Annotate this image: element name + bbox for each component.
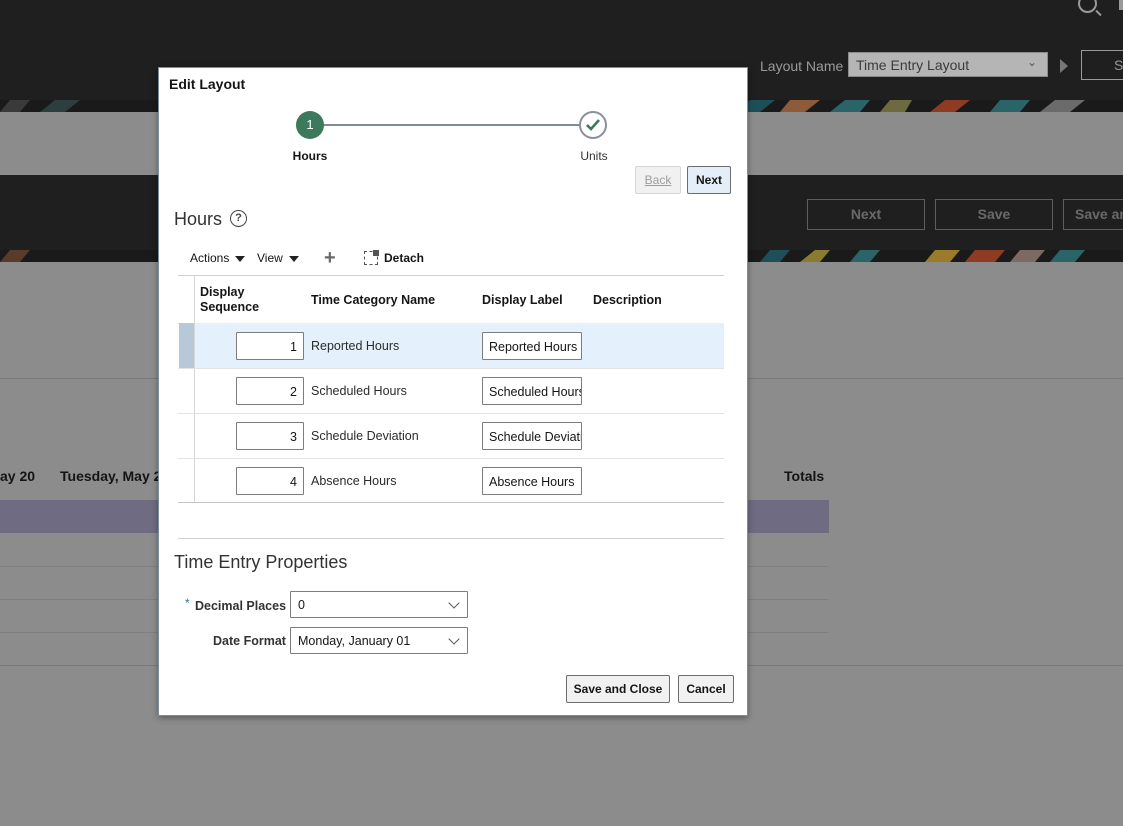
date-format-value: Monday, January 01 [298, 634, 411, 648]
caret-down-icon [288, 255, 299, 262]
dialog-title: Edit Layout [169, 76, 246, 92]
required-indicator: * [185, 596, 190, 610]
table-bottom-border [178, 502, 724, 503]
col-header-display-sequence[interactable]: Display Sequence [200, 285, 259, 315]
bg-save-button[interactable]: Save [935, 199, 1053, 230]
section-divider [178, 538, 724, 539]
train-step-hours[interactable]: 1 [296, 111, 324, 139]
display-sequence-input[interactable]: 1 [236, 332, 304, 360]
display-label-input[interactable]: Scheduled Hours [482, 377, 582, 405]
cancel-button[interactable]: Cancel [678, 675, 734, 703]
time-category-name: Absence Hours [311, 474, 397, 488]
help-icon[interactable]: ? [230, 210, 247, 227]
chevron-down-icon [448, 633, 460, 645]
top-action-button[interactable]: Sa [1081, 50, 1123, 80]
train-connector [311, 124, 594, 126]
date-format-label: Date Format [213, 634, 286, 648]
day-header-2: Tuesday, May 2 [60, 468, 162, 484]
user-menu-sliver[interactable] [1119, 0, 1123, 10]
layout-name-value: Time Entry Layout [856, 57, 970, 73]
display-sequence-input[interactable]: 2 [236, 377, 304, 405]
next-button[interactable]: Next [687, 166, 731, 194]
layout-name-select[interactable]: Time Entry Layout ⌄ [848, 52, 1048, 77]
display-label-input[interactable]: Absence Hours [482, 467, 582, 495]
train-label-hours: Hours [292, 149, 328, 163]
hours-section-heading: Hours [174, 209, 223, 229]
row-selection-marker[interactable] [179, 323, 194, 368]
time-category-name: Schedule Deviation [311, 429, 419, 443]
bg-next-button[interactable]: Next [807, 199, 925, 230]
display-sequence-input[interactable]: 3 [236, 422, 304, 450]
date-format-select[interactable]: Monday, January 01 [290, 627, 468, 654]
decimal-places-value: 0 [298, 598, 305, 612]
train-step-units[interactable] [579, 111, 607, 139]
col-header-time-category-name[interactable]: Time Category Name [311, 293, 435, 308]
chevron-down-icon: ⌄ [1026, 55, 1037, 69]
train-label-units: Units [580, 149, 608, 163]
decimal-places-label: Decimal Places [195, 599, 287, 613]
detach-button[interactable]: Detach [384, 251, 424, 265]
back-button[interactable]: Back [635, 166, 681, 194]
display-label-input[interactable]: Reported Hours [482, 332, 582, 360]
col-header-description[interactable]: Description [593, 293, 662, 308]
save-and-close-button[interactable]: Save and Close [566, 675, 670, 703]
add-icon[interactable]: + [324, 248, 336, 268]
actions-menu[interactable]: Actions [190, 251, 246, 265]
time-category-name: Reported Hours [311, 339, 400, 353]
totals-header: Totals [784, 468, 825, 484]
search-icon[interactable] [1078, 0, 1097, 13]
chevron-down-icon [448, 597, 460, 609]
table-row[interactable]: 3 Schedule Deviation Schedule Deviation [195, 413, 724, 458]
col-header-display-label[interactable]: Display Label [482, 293, 563, 308]
time-entry-properties-heading: Time Entry Properties [174, 552, 348, 572]
play-icon[interactable] [1060, 59, 1068, 73]
table-top-border [178, 275, 724, 276]
bg-save-and-button[interactable]: Save an [1063, 199, 1123, 230]
table-row[interactable]: 1 Reported Hours Reported Hours [195, 323, 724, 368]
caret-down-icon [235, 255, 246, 262]
detach-icon[interactable] [364, 250, 379, 265]
day-header-1: ay 20 [0, 468, 36, 484]
checkmark-icon [586, 119, 600, 131]
display-label-input[interactable]: Schedule Deviation [482, 422, 582, 450]
table-row[interactable]: 4 Absence Hours Absence Hours [195, 458, 724, 503]
edit-layout-dialog: Edit Layout 1 Hours Units Back Next Hour… [158, 67, 748, 716]
table-row[interactable]: 2 Scheduled Hours Scheduled Hours [195, 368, 724, 413]
time-category-name: Scheduled Hours [311, 384, 407, 398]
decimal-places-select[interactable]: 0 [290, 591, 468, 618]
layout-name-label: Layout Name [760, 58, 844, 74]
display-sequence-input[interactable]: 4 [236, 467, 304, 495]
view-menu[interactable]: View [257, 251, 299, 265]
